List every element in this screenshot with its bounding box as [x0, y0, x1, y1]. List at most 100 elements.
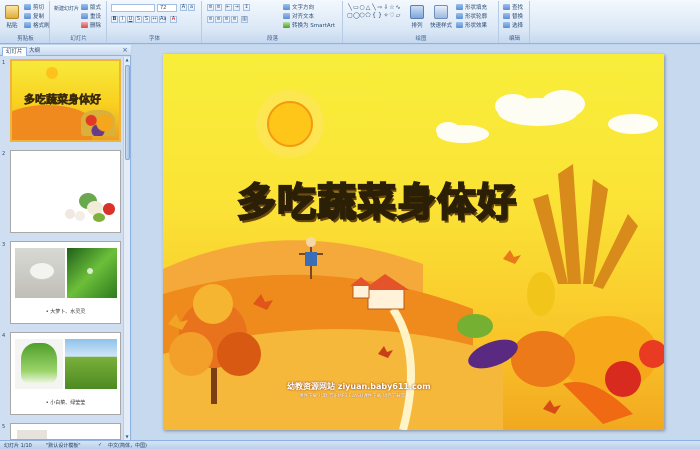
editing-group-label: 编辑: [508, 36, 520, 42]
watermark-main: 幼教资源网站 ziyuan.baby611.com: [287, 382, 431, 391]
panel-close-icon[interactable]: ×: [122, 46, 128, 54]
slide-number: 5: [2, 424, 6, 430]
arrange-label: 排列: [411, 23, 423, 29]
garlic-icon: [75, 211, 85, 221]
paste-button[interactable]: 粘贴: [5, 5, 19, 29]
shape-outline-button[interactable]: 形状轮廓: [456, 12, 487, 20]
bokchoy-icon: [21, 343, 57, 383]
layout-label: 版式: [90, 5, 102, 11]
find-button[interactable]: 查找: [503, 3, 523, 11]
clipboard-group: 粘贴 剪切 复制 格式刷 剪贴板: [2, 1, 50, 43]
theme-name: "默认设计模板": [46, 443, 81, 449]
paragraph-group: ≡ ≡ ⇤ ⇥ ↕ ≡ ≡ ≡ ≡ ▥ 文字方向 对齐文本 转换为 SmartA…: [203, 1, 343, 43]
language-indicator[interactable]: 中文(简体，中国): [108, 442, 147, 449]
select-button[interactable]: 选择: [503, 21, 523, 29]
scroll-up-icon[interactable]: ▲: [124, 57, 130, 63]
bullets-button[interactable]: ≡: [207, 4, 214, 11]
quick-styles-label: 快速样式: [430, 23, 453, 29]
paragraph-group-label: 段落: [266, 36, 278, 42]
slide-thumbnail-2[interactable]: [10, 150, 121, 233]
shadow-button[interactable]: S: [143, 16, 150, 23]
cut-button[interactable]: 剪切: [24, 3, 44, 11]
slide-thumbnail-5[interactable]: [10, 423, 121, 440]
font-name-combo[interactable]: [111, 4, 155, 12]
garlic-icon: [65, 209, 75, 219]
copy-button[interactable]: 复制: [24, 12, 44, 20]
slide-title[interactable]: 多吃蔬菜身体好: [236, 172, 517, 228]
pepper-icon: [93, 213, 105, 222]
italic-button[interactable]: I: [119, 16, 126, 23]
tab-outline[interactable]: 大纲: [26, 47, 43, 56]
mini-hill: [12, 105, 92, 140]
tab-slides[interactable]: 幻灯片: [2, 47, 27, 56]
select-label: 选择: [512, 23, 524, 29]
layout-button[interactable]: 版式: [81, 3, 101, 11]
effects-icon: [456, 22, 463, 28]
callout-shape-icon[interactable]: ▱: [395, 12, 401, 20]
increase-indent-button[interactable]: ⇥: [233, 4, 240, 11]
convert-smartart-button[interactable]: 转换为 SmartArt: [283, 21, 335, 29]
line-spacing-button[interactable]: ↕: [243, 4, 250, 11]
quick-styles-button[interactable]: 快速样式: [430, 5, 452, 29]
shapes-gallery[interactable]: ╲ ▭ ○ △ ╲ ⇨ ⇩ ☆ ∿ ▢ ◯ ⬡ ⬠ { } ✧ ♡ ▱: [347, 4, 401, 28]
reset-label: 重设: [90, 14, 102, 20]
scroll-thumb[interactable]: [125, 65, 130, 160]
check-icon: ✓: [98, 442, 103, 448]
text-direction-button[interactable]: 文字方向: [283, 3, 314, 11]
arrange-button[interactable]: 排列: [410, 5, 424, 29]
binoculars-icon: [503, 4, 510, 10]
thumbnail-title: 多吃蔬菜身体好: [24, 93, 102, 107]
text-direction-label: 文字方向: [292, 5, 315, 11]
char-spacing-button[interactable]: ↔: [151, 16, 158, 23]
fill-bucket-icon: [456, 4, 463, 10]
field-photo: [65, 339, 117, 389]
editing-group: 查找 替换 选择 编辑: [500, 1, 530, 43]
replace-button[interactable]: 替换: [503, 12, 523, 20]
shape-effects-button[interactable]: 形状效果: [456, 21, 487, 29]
slides-group-label: 幻灯片: [70, 36, 87, 42]
font-color-button[interactable]: A: [170, 16, 177, 23]
grow-font-button[interactable]: A: [180, 4, 187, 11]
outline-pen-icon: [456, 13, 463, 19]
tomato-icon: [103, 203, 115, 215]
font-group: 72 A a B I U S S ↔ Aa A 字体: [108, 1, 202, 43]
align-center-button[interactable]: ≡: [215, 16, 222, 23]
format-painter-button[interactable]: 格式刷: [24, 21, 50, 29]
underline-button[interactable]: U: [127, 16, 134, 23]
slide-thumbnail-3[interactable]: • 大萝卜、水灵灵: [10, 241, 121, 324]
curve-shape-icon[interactable]: ∿: [395, 4, 401, 12]
slides-group: 新建幻灯片 版式 重设 删除 幻灯片: [51, 1, 231, 73]
panel-scrollbar[interactable]: ▲ ▼: [123, 57, 130, 440]
strikethrough-button[interactable]: S: [135, 16, 142, 23]
slide-caption: • 大萝卜、水灵灵: [45, 309, 86, 315]
slide-number: 1: [2, 60, 6, 66]
new-slide-button[interactable]: 新建幻灯片: [54, 5, 231, 73]
clipboard-group-label: 剪贴板: [17, 36, 34, 42]
align-left-button[interactable]: ≡: [207, 16, 214, 23]
delete-slide-button[interactable]: 删除: [81, 21, 101, 29]
replace-label: 替换: [512, 14, 524, 20]
shape-fill-button[interactable]: 形状填充: [456, 3, 487, 11]
slide-caption: • 小白菜、绿莹莹: [45, 400, 86, 406]
columns-button[interactable]: ▥: [241, 16, 248, 23]
align-right-button[interactable]: ≡: [223, 16, 230, 23]
current-slide[interactable]: 多吃蔬菜身体好 幼教资源网站 ziyuan.baby611.com 课件下载 儿…: [163, 54, 664, 430]
reset-button[interactable]: 重设: [81, 12, 101, 20]
align-text-button[interactable]: 对齐文本: [283, 12, 314, 20]
cut-label: 剪切: [33, 5, 45, 11]
change-case-button[interactable]: Aa: [159, 16, 166, 23]
font-size-combo[interactable]: 72: [157, 4, 177, 12]
slide5-photo: [17, 430, 47, 439]
numbering-button[interactable]: ≡: [215, 4, 222, 11]
justify-button[interactable]: ≡: [231, 16, 238, 23]
slide-thumbnail-1[interactable]: 多吃蔬菜身体好: [10, 59, 121, 142]
bold-button[interactable]: B: [111, 16, 118, 23]
copy-label: 复制: [33, 14, 45, 20]
slide-thumbnail-4[interactable]: • 小白菜、绿莹莹: [10, 332, 121, 415]
decrease-indent-button[interactable]: ⇤: [225, 4, 232, 11]
brush-icon: [24, 22, 31, 28]
radish-photo: [15, 248, 65, 298]
water-drop-icon: [87, 268, 93, 274]
paste-label: 粘贴: [6, 23, 18, 29]
shrink-font-button[interactable]: a: [188, 4, 195, 11]
